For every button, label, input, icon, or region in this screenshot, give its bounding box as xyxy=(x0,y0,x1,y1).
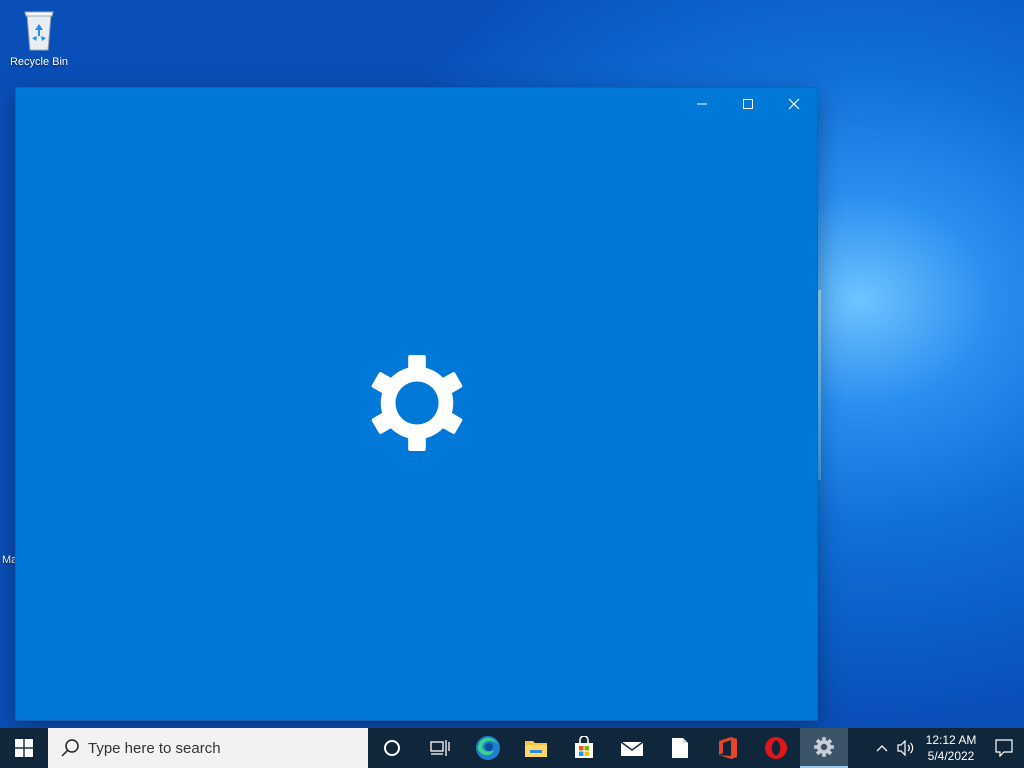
office-button[interactable] xyxy=(704,728,752,768)
edge-button[interactable] xyxy=(464,728,512,768)
mail-button[interactable] xyxy=(608,728,656,768)
clock-date: 5/4/2022 xyxy=(927,749,975,763)
volume-button[interactable] xyxy=(894,728,918,768)
clock-time: 12:12 AM xyxy=(925,733,977,747)
store-icon xyxy=(575,736,593,758)
search-icon xyxy=(61,739,79,757)
maximize-button[interactable] xyxy=(725,88,771,120)
taskbar: Type here to search 12:12 AM 5/4/2022 xyxy=(0,728,1024,768)
recycle-bin-icon xyxy=(24,11,54,51)
file-explorer-button[interactable] xyxy=(512,728,560,768)
desktop-icon-partial-label[interactable]: Ma xyxy=(2,554,17,566)
opera-button[interactable] xyxy=(752,728,800,768)
document-button[interactable] xyxy=(656,728,704,768)
edge-icon xyxy=(476,736,500,760)
background-window-edge xyxy=(818,290,821,480)
cortana-button[interactable] xyxy=(368,728,416,768)
taskbar-search-box[interactable]: Type here to search xyxy=(48,728,368,768)
system-tray: 12:12 AM 5/4/2022 xyxy=(870,728,1024,768)
settings-taskbar-button[interactable] xyxy=(800,728,848,768)
caption-buttons xyxy=(679,88,817,120)
file-explorer-icon xyxy=(525,741,547,757)
volume-icon xyxy=(897,740,914,756)
cortana-icon xyxy=(384,740,400,756)
show-hidden-icons-button[interactable] xyxy=(870,728,894,768)
notification-icon xyxy=(995,739,1013,757)
taskbar-clock[interactable]: 12:12 AM 5/4/2022 xyxy=(922,732,980,764)
office-icon xyxy=(719,737,737,759)
chevron-up-icon xyxy=(876,745,888,752)
close-button[interactable] xyxy=(771,88,817,120)
search-placeholder: Type here to search xyxy=(88,739,221,757)
close-icon xyxy=(788,98,800,110)
task-view-button[interactable] xyxy=(416,728,464,768)
desktop-icon-label: Recycle Bin xyxy=(9,56,69,68)
minimize-button[interactable] xyxy=(679,88,725,120)
task-view-icon xyxy=(430,740,450,756)
minimize-icon xyxy=(697,103,707,105)
mail-icon xyxy=(620,741,644,756)
windows-logo-icon xyxy=(15,739,33,757)
action-center-button[interactable] xyxy=(984,728,1024,768)
maximize-icon xyxy=(743,99,753,109)
desktop-icon-recycle-bin[interactable]: Recycle Bin xyxy=(4,6,74,68)
store-button[interactable] xyxy=(560,728,608,768)
settings-window[interactable] xyxy=(16,88,817,720)
gear-icon xyxy=(371,354,463,452)
settings-icon xyxy=(814,737,834,757)
start-button[interactable] xyxy=(0,728,48,768)
document-icon xyxy=(672,738,688,758)
opera-icon xyxy=(765,737,787,759)
